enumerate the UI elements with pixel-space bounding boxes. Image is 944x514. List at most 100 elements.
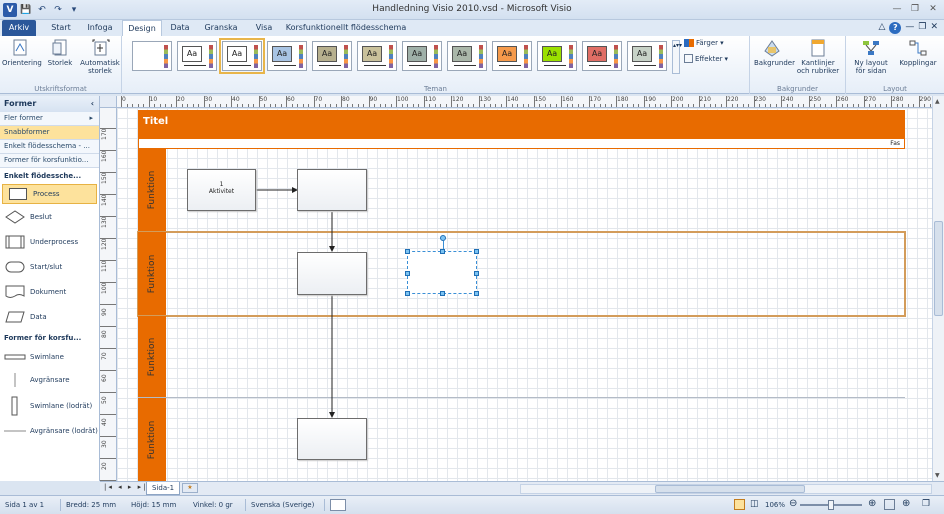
ruler-label: 40 bbox=[232, 96, 240, 103]
minimize-icon[interactable]: — bbox=[890, 3, 904, 15]
master-separator[interactable]: Avgränsare bbox=[0, 367, 99, 392]
theme-thumbnail[interactable]: Aa bbox=[219, 38, 265, 74]
tab-view[interactable]: Visa bbox=[250, 20, 278, 36]
theme-thumbnail[interactable]: Aa bbox=[582, 41, 622, 71]
help-icon[interactable]: ? bbox=[889, 22, 902, 34]
master-document[interactable]: Dokument bbox=[0, 279, 99, 304]
theme-thumbnail[interactable]: Aa bbox=[177, 41, 217, 71]
scroll-thumb[interactable] bbox=[934, 221, 943, 316]
stencil-more-shapes[interactable]: Fler former ▸ bbox=[0, 112, 99, 126]
horizontal-scrollbar[interactable] bbox=[520, 484, 932, 494]
ruler-tick bbox=[335, 104, 337, 107]
tab-cross-functional[interactable]: Korsfunktionellt flödesschema bbox=[284, 20, 408, 36]
minimize-ribbon-icon[interactable]: △ bbox=[878, 22, 885, 34]
effects-button[interactable]: Effekter ▾ bbox=[684, 54, 728, 63]
theme-thumbnail[interactable]: Aa bbox=[357, 41, 397, 71]
size-button[interactable]: Storlek bbox=[42, 39, 78, 67]
tab-start[interactable]: Start bbox=[44, 20, 78, 36]
ruler-tick bbox=[693, 104, 694, 107]
activity-number: 1 bbox=[219, 181, 224, 188]
zoom-level[interactable]: 106% bbox=[765, 501, 785, 509]
connectors-button[interactable]: Kopplingar bbox=[896, 39, 940, 67]
selection-handle[interactable] bbox=[405, 249, 410, 254]
restore-icon[interactable]: ❐ bbox=[908, 3, 922, 15]
page-tabs-bar: |◂ ◂ ▸ ▸| Sida-1 ★ bbox=[100, 481, 944, 495]
master-swimlane-vertical[interactable]: Swimlane (lodrät) bbox=[0, 392, 99, 420]
zoom-out-icon[interactable]: ⊖ bbox=[789, 498, 797, 509]
theme-thumbnail[interactable] bbox=[132, 41, 172, 71]
colors-button[interactable]: Färger ▾ bbox=[684, 39, 724, 47]
presentation-mode-icon[interactable]: ◫ bbox=[750, 499, 759, 509]
ruler-label: 120 bbox=[452, 96, 464, 103]
ruler-tick bbox=[808, 96, 810, 107]
theme-thumbnail[interactable]: Aa bbox=[537, 41, 577, 71]
master-subprocess[interactable]: Underprocess bbox=[0, 229, 99, 254]
zoom-slider-knob[interactable] bbox=[828, 500, 834, 510]
doc-restore-icon[interactable]: ❐ bbox=[918, 22, 926, 34]
process-box-4[interactable] bbox=[297, 418, 367, 460]
zoom-slider[interactable] bbox=[800, 500, 862, 510]
selection-handle[interactable] bbox=[474, 271, 479, 276]
full-page-icon[interactable] bbox=[734, 499, 745, 510]
page-tab-1[interactable]: Sida-1 bbox=[146, 482, 181, 495]
theme-thumbnail[interactable]: Aa bbox=[447, 41, 487, 71]
selected-shape[interactable] bbox=[405, 235, 479, 296]
gallery-more-icon[interactable]: ▴▾▾ bbox=[672, 40, 682, 74]
activity-box-1[interactable]: 1 Aktivitet bbox=[187, 169, 256, 211]
scroll-down-icon[interactable]: ▼ bbox=[935, 472, 940, 479]
close-icon[interactable]: ✕ bbox=[926, 3, 940, 15]
switch-windows-icon[interactable]: ❐ bbox=[922, 499, 930, 509]
tab-file[interactable]: Arkiv bbox=[2, 20, 36, 36]
drawing-canvas[interactable]: Titel Fas Funktion Funktion Funktion Fun… bbox=[117, 108, 932, 481]
doc-minimize-icon[interactable]: — bbox=[905, 22, 914, 34]
selection-handle[interactable] bbox=[405, 271, 410, 276]
status-language[interactable]: Svenska (Sverige) bbox=[251, 501, 314, 509]
backgrounds-button[interactable]: Bakgrunder bbox=[754, 39, 795, 67]
ruler-tick bbox=[242, 104, 243, 107]
vertical-scrollbar[interactable]: ▲ ▼ bbox=[932, 96, 944, 481]
process-box-3[interactable] bbox=[297, 252, 367, 295]
doc-close-icon[interactable]: ✕ bbox=[930, 22, 938, 34]
stencil-cross-functional[interactable]: Former för korsfunktio... bbox=[0, 154, 99, 168]
collapse-panel-icon[interactable]: ‹ bbox=[91, 96, 94, 112]
page-navigation[interactable]: |◂ ◂ ▸ ▸| bbox=[104, 483, 147, 491]
pan-zoom-icon[interactable]: ⊕ bbox=[902, 498, 910, 509]
tab-insert[interactable]: Infoga bbox=[82, 20, 118, 36]
status-page[interactable]: Sida 1 av 1 bbox=[5, 501, 44, 509]
selection-handle[interactable] bbox=[405, 291, 410, 296]
macro-record-icon[interactable] bbox=[330, 499, 346, 511]
selection-handle[interactable] bbox=[474, 249, 479, 254]
master-process[interactable]: Process bbox=[2, 184, 97, 204]
master-separator-vertical[interactable]: Avgränsare (lodrät) bbox=[0, 420, 99, 442]
theme-thumbnail[interactable]: Aa bbox=[312, 41, 352, 71]
tab-review[interactable]: Granska bbox=[200, 20, 242, 36]
borders-titles-button[interactable]: Kantlinjer och rubriker bbox=[794, 39, 842, 75]
theme-thumbnail[interactable]: Aa bbox=[402, 41, 442, 71]
master-data[interactable]: Data bbox=[0, 304, 99, 329]
master-decision[interactable]: Beslut bbox=[0, 204, 99, 229]
theme-thumbnail[interactable]: Aa bbox=[627, 41, 667, 71]
relayout-button[interactable]: Ny layout för sidan bbox=[850, 39, 892, 75]
ruler-label: 240 bbox=[782, 96, 794, 103]
orientation-button[interactable]: Orientering bbox=[2, 39, 42, 67]
master-swimlane[interactable]: Swimlane bbox=[0, 347, 99, 367]
theme-thumbnail[interactable]: Aa bbox=[492, 41, 532, 71]
stencil-basic-flowchart[interactable]: Enkelt flödesschema - ... bbox=[0, 140, 99, 154]
insert-page-icon[interactable]: ★ bbox=[182, 483, 198, 493]
selection-handle[interactable] bbox=[474, 291, 479, 296]
theme-thumbnail[interactable]: Aa bbox=[267, 41, 307, 71]
stencil-label: Snabbformer bbox=[4, 128, 50, 136]
ruler-tick bbox=[924, 104, 925, 107]
selection-handle[interactable] bbox=[440, 249, 445, 254]
scroll-up-icon[interactable]: ▲ bbox=[935, 98, 940, 105]
process-box-2[interactable] bbox=[297, 169, 367, 211]
stencil-quick-shapes[interactable]: Snabbformer bbox=[0, 126, 99, 140]
fit-page-icon[interactable] bbox=[884, 499, 895, 510]
scroll-thumb[interactable] bbox=[655, 485, 805, 493]
tab-design[interactable]: Design bbox=[122, 20, 162, 36]
master-start-end[interactable]: Start/slut bbox=[0, 254, 99, 279]
tab-data[interactable]: Data bbox=[166, 20, 194, 36]
auto-size-button[interactable]: Automatisk storlek bbox=[80, 39, 120, 75]
selection-handle[interactable] bbox=[440, 291, 445, 296]
zoom-in-icon[interactable]: ⊕ bbox=[868, 498, 876, 509]
